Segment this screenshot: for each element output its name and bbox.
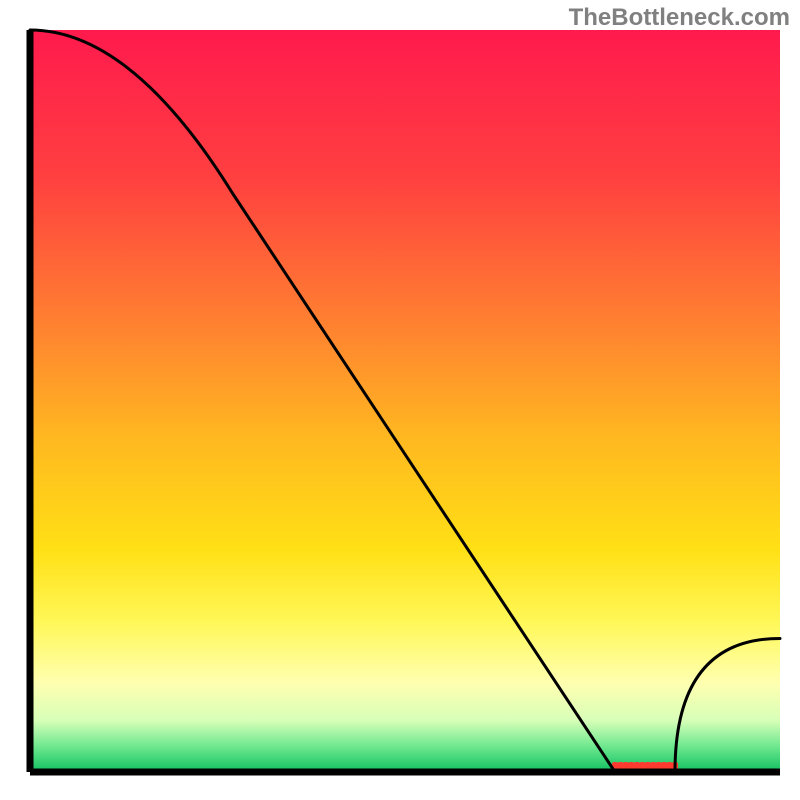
chart-stage: TheBottleneck.com: [0, 0, 800, 800]
bottleneck-curve-chart: [0, 0, 800, 800]
plot-gradient-background: [30, 30, 780, 772]
watermark-text: TheBottleneck.com: [569, 4, 790, 32]
